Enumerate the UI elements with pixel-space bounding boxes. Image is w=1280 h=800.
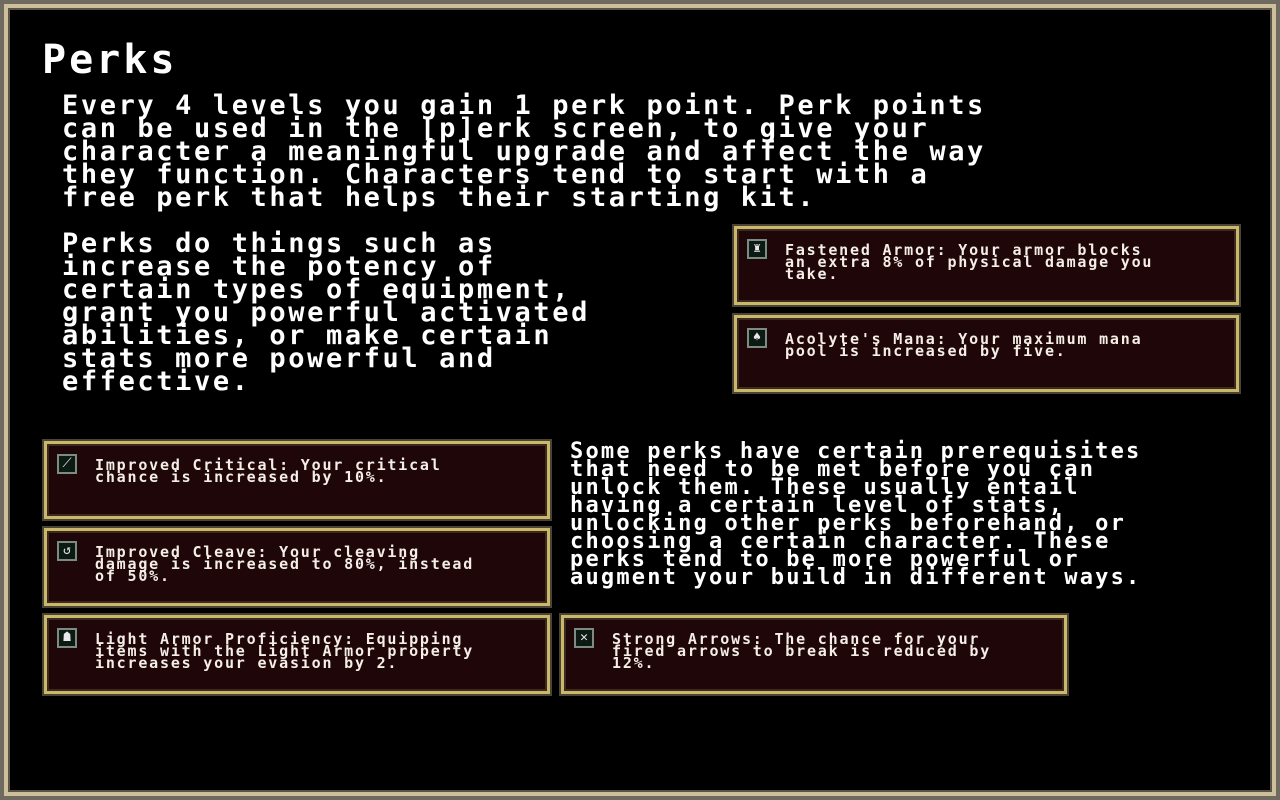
perk-description: Acolyte's Mana: Your maximum mana pool i… [785, 330, 1143, 360]
candle-icon: ♠ [747, 328, 767, 348]
perk-description: Strong Arrows: The chance for your fired… [612, 630, 992, 672]
perk-description: Improved Critical: Your critical chance … [95, 456, 442, 486]
cleave-icon: ↺ [57, 541, 77, 561]
perk-card-strong-arrows: ✕ Strong Arrows: The chance for your fir… [561, 615, 1067, 694]
perk-description: Improved Cleave: Your cleaving damage is… [95, 543, 475, 585]
arrows-icon: ✕ [574, 628, 594, 648]
perk-card-fastened-armor: ♜ Fastened Armor: Your armor blocks an e… [734, 226, 1239, 305]
perk-card-light-armor-proficiency: ☗ Light Armor Proficiency: Equipping ite… [44, 615, 550, 694]
perk-card-improved-critical: ⟋ Improved Critical: Your critical chanc… [44, 441, 550, 519]
perk-description: Fastened Armor: Your armor blocks an ext… [785, 241, 1154, 283]
perk-card-acolytes-mana: ♠ Acolyte's Mana: Your maximum mana pool… [734, 315, 1239, 392]
helmet-icon: ♜ [747, 239, 767, 259]
intro-paragraph: Every 4 levels you gain 1 perk point. Pe… [62, 90, 986, 213]
sword-icon: ⟋ [57, 454, 77, 474]
perk-description: Light Armor Proficiency: Equipping items… [95, 630, 475, 672]
page-title: Perks [42, 37, 178, 83]
examples-paragraph: Perks do things such as increase the pot… [62, 228, 590, 397]
prerequisites-paragraph: Some perks have certain prerequisites th… [570, 439, 1142, 590]
perk-card-improved-cleave: ↺ Improved Cleave: Your cleaving damage … [44, 528, 550, 606]
hood-icon: ☗ [57, 628, 77, 648]
